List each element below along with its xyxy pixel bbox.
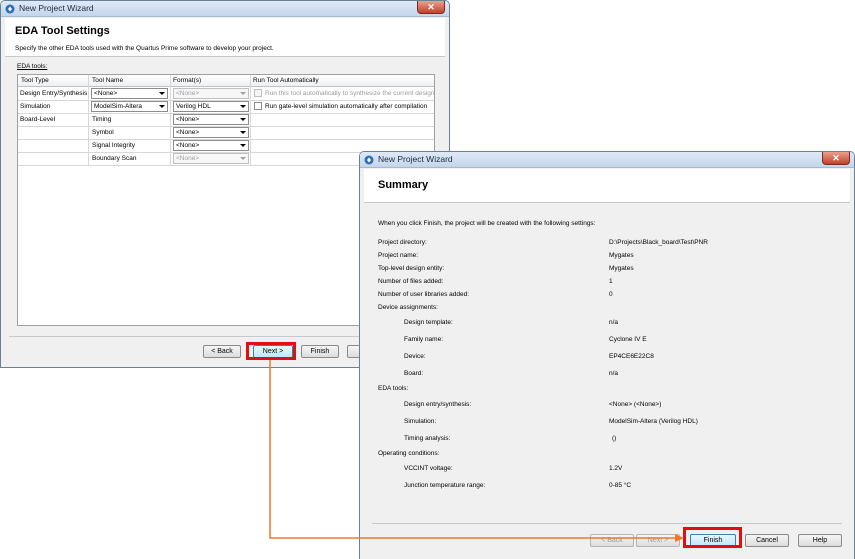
row-tool-name: Timing [92, 116, 112, 123]
window-titlebar[interactable]: New Project Wizard ✕ [360, 152, 854, 168]
page-description: Specify the other EDA tools used with th… [15, 45, 274, 52]
setting-value: Mygates [609, 252, 634, 259]
finish-button-highlight [683, 527, 742, 548]
row-tool-type: Board-Level [20, 116, 56, 123]
operating-label: VCCINT voltage: [404, 465, 453, 472]
dropdown-arrow-icon [240, 118, 246, 121]
select-value: <None> [176, 142, 200, 149]
device-value: Cyclone IV E [609, 336, 647, 343]
dropdown-arrow-icon [240, 157, 246, 160]
checkbox-icon[interactable] [254, 102, 262, 110]
device-section-label: Device assignments: [378, 304, 438, 311]
run-option-text: Run this tool automatically to synthesiz… [265, 90, 435, 97]
window-title: New Project Wizard [19, 3, 94, 13]
dropdown-arrow-icon [240, 92, 246, 95]
header-band: EDA Tool Settings Specify the other EDA … [5, 18, 445, 57]
summary-intro: When you click Finish, the project will … [378, 220, 596, 227]
eda-label: Timing analysis: [404, 435, 451, 442]
tool-name-select[interactable]: <None> [91, 88, 168, 99]
checkbox-icon [254, 89, 262, 97]
setting-label: Top-level design entity: [378, 265, 445, 272]
operating-section-label: Operating conditions: [378, 450, 440, 457]
row-tool-type: Design Entry/Synthesis [20, 90, 88, 97]
setting-label: Number of files added: [378, 278, 444, 285]
next-button-highlight [246, 342, 296, 360]
finish-button[interactable]: Finish [301, 345, 339, 358]
dropdown-arrow-icon [159, 92, 165, 95]
header-band: Summary [364, 169, 850, 203]
dropdown-arrow-icon [240, 144, 246, 147]
dropdown-arrow-icon [240, 131, 246, 134]
cancel-button[interactable]: Cancel [745, 534, 789, 547]
eda-tools-label: EDA tools: [17, 63, 48, 70]
run-option-text: Run gate-level simulation automatically … [265, 103, 428, 110]
device-label: Board: [404, 370, 424, 377]
col-formats[interactable]: Format(s) [173, 77, 201, 84]
help-button[interactable]: Help [798, 534, 842, 547]
device-value: n/a [609, 370, 619, 377]
select-value: <None> [176, 116, 200, 123]
operating-value: 0-85 °C [609, 482, 632, 489]
col-tool-type[interactable]: Tool Type [21, 77, 49, 84]
next-button[interactable]: Next > [636, 534, 680, 547]
eda-value: <None> (<None>) [609, 401, 662, 408]
eda-value: () [612, 435, 617, 442]
col-run-auto[interactable]: Run Tool Automatically [253, 77, 319, 84]
device-label: Design template: [404, 319, 453, 326]
page-title: Summary [378, 179, 429, 191]
setting-label: Project name: [378, 252, 419, 259]
format-select[interactable]: <None> [173, 127, 249, 138]
tool-name-select[interactable]: ModelSim-Altera [91, 101, 168, 112]
select-value: <None> [94, 90, 118, 97]
format-select[interactable]: <None> [173, 114, 249, 125]
operating-value: 1.2V [609, 465, 623, 472]
summary-window: New Project Wizard ✕ Summary When you cl… [359, 151, 855, 559]
select-value: ModelSim-Altera [94, 103, 143, 110]
format-select: <None> [173, 88, 249, 99]
row-tool-name: Symbol [92, 129, 114, 136]
row-tool-name: Signal Integrity [92, 142, 135, 149]
eda-label: Simulation: [404, 418, 437, 425]
select-value: <None> [176, 90, 200, 97]
table-header: Tool Type Tool Name Format(s) Run Tool A… [18, 75, 434, 87]
setting-value: D:\Projects\Black_board\Test\PNR [609, 239, 708, 246]
format-select: <None> [173, 153, 249, 164]
format-select[interactable]: <None> [173, 140, 249, 151]
setting-label: Number of user libraries added: [378, 291, 470, 298]
window-title: New Project Wizard [378, 154, 453, 164]
row-tool-type: Simulation [20, 103, 51, 110]
col-tool-name[interactable]: Tool Name [92, 77, 123, 84]
app-icon [5, 4, 15, 14]
dropdown-arrow-icon [240, 105, 246, 108]
device-value: n/a [609, 319, 619, 326]
operating-label: Junction temperature range: [404, 482, 486, 489]
page-title: EDA Tool Settings [15, 25, 110, 37]
setting-value: 0 [609, 291, 613, 298]
eda-section-label: EDA tools: [378, 385, 409, 392]
select-value: Verilog HDL [176, 103, 211, 110]
close-icon[interactable]: ✕ [417, 1, 445, 14]
format-select[interactable]: Verilog HDL [173, 101, 249, 112]
button-separator [372, 523, 842, 524]
select-value: <None> [176, 129, 200, 136]
window-titlebar[interactable]: New Project Wizard ✕ [1, 1, 449, 17]
setting-value: Mygates [609, 265, 634, 272]
select-value: <None> [176, 155, 200, 162]
dropdown-arrow-icon [159, 105, 165, 108]
row-tool-name: Boundary Scan [92, 155, 137, 162]
app-icon [364, 155, 374, 165]
back-button[interactable]: < Back [203, 345, 241, 358]
setting-value: 1 [609, 278, 613, 285]
back-button[interactable]: < Back [590, 534, 634, 547]
eda-label: Design entry/synthesis: [404, 401, 472, 408]
setting-label: Project directory: [378, 239, 427, 246]
device-label: Family name: [404, 336, 444, 343]
eda-value: ModelSim-Altera (Verilog HDL) [609, 418, 698, 425]
close-icon[interactable]: ✕ [822, 152, 850, 165]
device-value: EP4CE6E22C8 [609, 353, 654, 360]
wizard-client: Summary When you click Finish, the proje… [364, 169, 850, 559]
device-label: Device: [404, 353, 426, 360]
